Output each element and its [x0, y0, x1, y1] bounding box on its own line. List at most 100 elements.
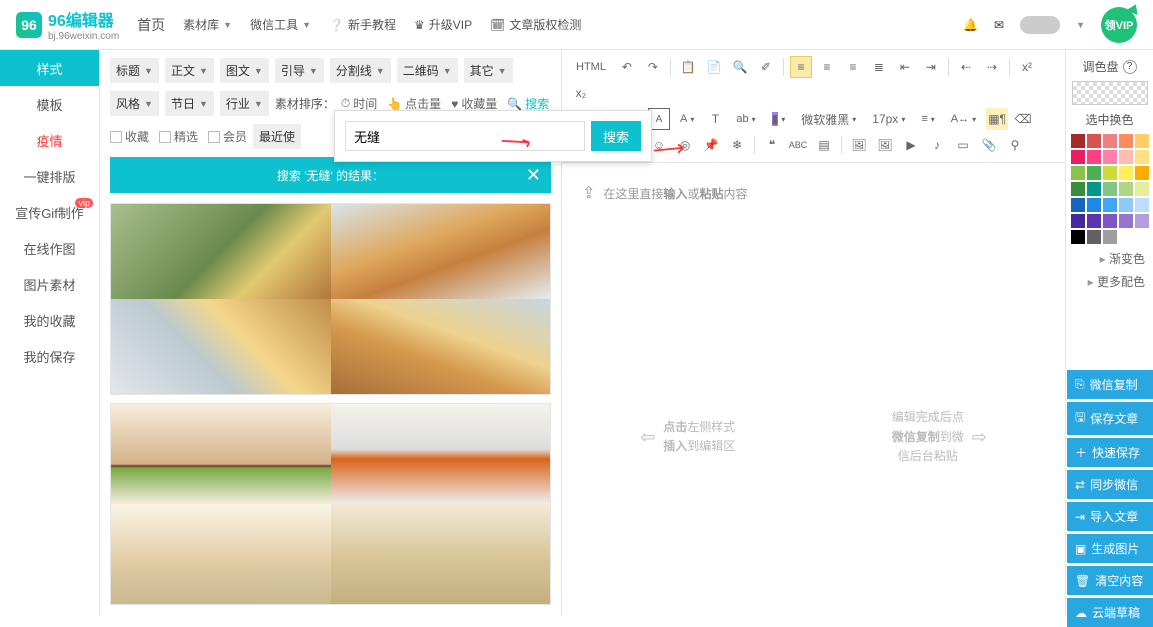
filter-checkbox[interactable]: 会员 — [208, 128, 247, 145]
font-size-select[interactable]: 17px▾ — [866, 108, 911, 130]
attachment-icon[interactable]: 📎 — [978, 134, 1000, 156]
color-swatch[interactable] — [1103, 214, 1117, 228]
font-color-icon[interactable]: A▾ — [674, 108, 700, 130]
filter-dropdown[interactable]: 引导▼ — [275, 58, 324, 83]
eraser-icon[interactable]: ✐ — [755, 56, 777, 78]
color-swatch[interactable] — [1071, 182, 1085, 196]
indent-right-icon[interactable]: ⇥ — [920, 56, 942, 78]
indent-left-icon[interactable]: ⇤ — [894, 56, 916, 78]
filter-dropdown[interactable]: 二维码▼ — [397, 58, 458, 83]
logo[interactable]: 96 96编辑器 bj.96weixin.com — [16, 7, 119, 42]
recent-dropdown[interactable]: 最近使 — [253, 124, 301, 149]
sidebar-item-draw[interactable]: 在线作图 — [0, 230, 99, 266]
align-right-icon[interactable]: ≡ — [842, 56, 864, 78]
color-swatch[interactable] — [1103, 150, 1117, 164]
color-swatch[interactable] — [1103, 134, 1117, 148]
video-icon[interactable]: ▶ — [900, 134, 922, 156]
align-center-icon[interactable]: ≡ — [816, 56, 838, 78]
result-card[interactable] — [110, 203, 551, 395]
bg-color-icon[interactable]: ab▾ — [730, 108, 761, 130]
find-icon[interactable]: 🔍 — [729, 56, 751, 78]
filter-dropdown[interactable]: 节日▼ — [165, 91, 214, 116]
color-swatch[interactable] — [1087, 150, 1101, 164]
color-swatch[interactable] — [1103, 182, 1117, 196]
paragraph-icon[interactable]: ▦¶ — [986, 108, 1008, 130]
action-button[interactable]: ＋快速保存 — [1067, 438, 1153, 467]
superscript-icon[interactable]: x² — [1016, 56, 1038, 78]
clear-format-icon[interactable]: ⌫ — [1012, 108, 1034, 130]
result-card[interactable]: ✦ — [110, 403, 551, 605]
help-icon[interactable]: ? — [1123, 60, 1137, 74]
filter-dropdown[interactable]: 图文▼ — [220, 58, 269, 83]
nav-check[interactable]: 🗓文章版权检测 — [490, 16, 581, 33]
editor-body[interactable]: ⇪ 在这里直接输入或粘贴内容 ⇦ 点击左侧样式插入到编辑区 编辑完成后点微信复制… — [562, 163, 1065, 616]
undo-icon[interactable]: ↶ — [616, 56, 638, 78]
filter-dropdown[interactable]: 标题▼ — [110, 58, 159, 83]
nav-tutorial[interactable]: ❔新手教程 — [329, 16, 396, 33]
mail-icon[interactable]: ✉ — [994, 18, 1004, 32]
paste-icon[interactable]: 📋 — [677, 56, 699, 78]
color-swatch[interactable] — [1119, 134, 1133, 148]
redo-icon[interactable]: ↷ — [642, 56, 664, 78]
sidebar-item-pic[interactable]: 图片素材 — [0, 266, 99, 302]
pin-icon[interactable]: 📌 — [700, 134, 722, 156]
map-icon[interactable]: ⚲ — [1004, 134, 1026, 156]
color-swatch[interactable] — [1135, 198, 1149, 212]
align-justify-icon[interactable]: ≣ — [868, 56, 890, 78]
color-swatch[interactable] — [1103, 198, 1117, 212]
action-button[interactable]: ⎘微信复制 — [1067, 370, 1153, 399]
color-swatch[interactable] — [1135, 214, 1149, 228]
indent-icon[interactable]: ⇢ — [981, 56, 1003, 78]
color-swatch[interactable] — [1071, 134, 1085, 148]
audio-icon[interactable]: ♪ — [926, 134, 948, 156]
color-swatch[interactable] — [1135, 166, 1149, 180]
color-swatch[interactable] — [1103, 230, 1117, 244]
action-button[interactable]: ⇄同步微信 — [1067, 470, 1153, 499]
quote-icon[interactable]: ❝ — [761, 134, 783, 156]
letter-space-icon[interactable]: A↔▾ — [945, 108, 982, 130]
filter-dropdown[interactable]: 正文▼ — [165, 58, 214, 83]
action-button[interactable]: ▣生成图片 — [1067, 534, 1153, 563]
filter-dropdown[interactable]: 其它▼ — [464, 58, 513, 83]
subscript-icon[interactable]: x₂ — [570, 82, 592, 104]
vip-badge[interactable]: 领VIP — [1101, 7, 1137, 43]
nav-material[interactable]: 素材库▼ — [183, 16, 232, 33]
line-height-icon[interactable]: ≡▾ — [915, 108, 940, 130]
action-button[interactable]: 🗑清空内容 — [1067, 566, 1153, 595]
sidebar-item-template[interactable]: 模板 — [0, 86, 99, 122]
outdent-icon[interactable]: ⇠ — [955, 56, 977, 78]
action-button[interactable]: ☁云端草稿 — [1067, 598, 1153, 627]
color-swatch[interactable] — [1119, 230, 1133, 244]
color-swatch[interactable] — [1071, 198, 1085, 212]
color-swatch[interactable] — [1087, 134, 1101, 148]
action-button[interactable]: 🖫保存文章 — [1067, 402, 1153, 435]
filter-dropdown[interactable]: 分割线▼ — [330, 58, 391, 83]
multi-image-icon[interactable]: 🖼 — [874, 134, 896, 156]
color-swatch[interactable] — [1087, 198, 1101, 212]
highlight-icon[interactable]: ▮▾ — [766, 108, 792, 130]
sidebar-item-gif[interactable]: 宣传Gif制作vip — [0, 194, 99, 230]
nav-upgrade[interactable]: ♛升级VIP — [414, 16, 472, 33]
abc-icon[interactable]: ABC — [787, 134, 809, 156]
font-family-select[interactable]: 微软雅黑▾ — [795, 108, 862, 130]
color-swatch[interactable] — [1071, 150, 1085, 164]
sidebar-item-epidemic[interactable]: 疫情 — [0, 122, 99, 158]
color-swatch[interactable] — [1087, 182, 1101, 196]
color-swatch[interactable] — [1071, 214, 1085, 228]
color-swatch[interactable] — [1135, 150, 1149, 164]
color-swatch[interactable] — [1119, 214, 1133, 228]
color-swatch[interactable] — [1087, 214, 1101, 228]
align-left-icon[interactable]: ≡ — [790, 56, 812, 78]
color-swatch[interactable] — [1087, 230, 1101, 244]
sidebar-item-save[interactable]: 我的保存 — [0, 338, 99, 374]
nav-wechat[interactable]: 微信工具▼ — [250, 16, 311, 33]
color-swatch[interactable] — [1071, 166, 1085, 180]
color-swatch[interactable] — [1135, 182, 1149, 196]
filter-dropdown[interactable]: 风格▼ — [110, 91, 159, 116]
transparent-swatch[interactable] — [1072, 81, 1148, 105]
paste-text-icon[interactable]: 📄 — [703, 56, 725, 78]
sidebar-item-style[interactable]: 样式 — [0, 50, 99, 86]
close-icon[interactable]: ✕ — [526, 165, 541, 186]
caret-icon[interactable]: ▼ — [1076, 20, 1085, 30]
card-icon[interactable]: ▭ — [952, 134, 974, 156]
